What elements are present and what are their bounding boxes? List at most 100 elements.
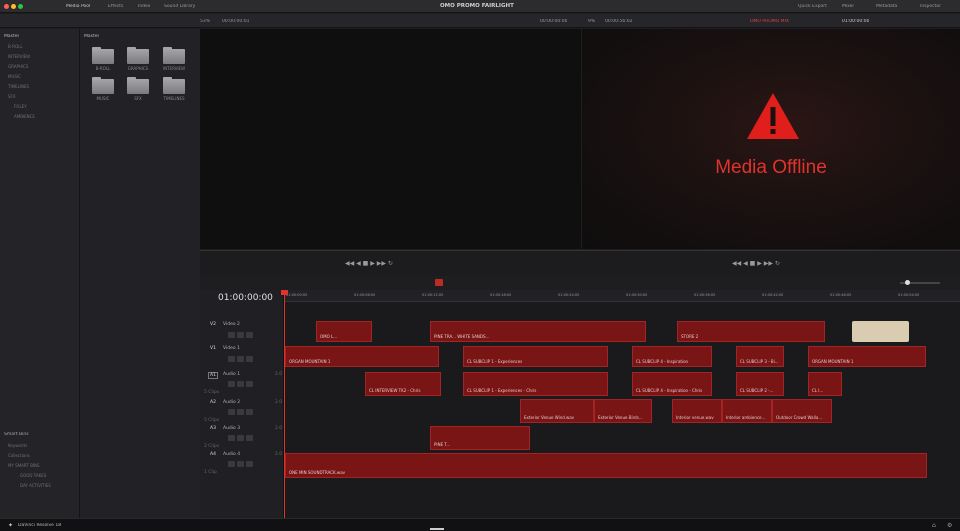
track-id: A2: [210, 400, 216, 405]
app-name: DaVinci Resolve 18: [18, 523, 62, 528]
quick-export-button[interactable]: Quick Export: [798, 4, 827, 9]
menu-sound-library[interactable]: Sound Library: [164, 4, 195, 9]
timeline-toolbar: [200, 276, 960, 290]
home-icon[interactable]: ⌂: [932, 522, 936, 529]
gear-icon[interactable]: ⚙: [947, 522, 952, 529]
timeline-clip[interactable]: ORGAN MOUNTAIN 1: [285, 346, 439, 367]
timeline-clip[interactable]: CL SUBCLIP 4 - Inspiration: [632, 346, 712, 367]
media-pool-header: Master: [84, 34, 100, 39]
ruler-tick-label: 01:00:42:00: [762, 293, 784, 297]
track-header-a2[interactable]: A2 Audio 2 2.0 5 Clips: [200, 398, 284, 424]
track-clip-count: 5 Clips: [204, 418, 220, 423]
audio-clip[interactable]: CL SUBCLIP 2 -...: [736, 372, 784, 396]
smart-bin-item[interactable]: Collections: [8, 453, 30, 458]
sidebar-header: Master: [4, 34, 20, 39]
timeline-timecode: 01:00:00:00: [218, 293, 273, 303]
audio-clip[interactable]: CL INTERVIEW TK2 - Chris: [365, 372, 441, 396]
mixer-button[interactable]: Mixer: [842, 4, 854, 9]
audio-clip[interactable]: Interior venue.wav: [672, 399, 722, 423]
track-header-v2[interactable]: V2 Video 2: [200, 322, 284, 344]
timeline-viewer[interactable]: Media Offline: [582, 29, 960, 249]
timeline-clip[interactable]: STORE 2: [677, 321, 825, 342]
audio-clip[interactable]: CL SUBCLIP 1 - Experiences - Chris: [463, 372, 608, 396]
track-channels: 2.0: [275, 426, 283, 431]
audio-clip[interactable]: CL I...: [808, 372, 842, 396]
track-header-a1[interactable]: A1 Audio 1 2.0 5 Clips: [200, 372, 284, 398]
status-bar: ✦ DaVinci Resolve 18 ⌂ ⚙: [0, 518, 960, 531]
zoom-window-button[interactable]: [18, 4, 23, 9]
sidebar-item[interactable]: SFX: [8, 94, 16, 99]
sidebar-item[interactable]: FOLEY: [14, 104, 27, 109]
folder-label: INTERVIEW: [162, 66, 186, 71]
record-timecode-right: 01:00:00:00: [842, 19, 870, 24]
audio-clip[interactable]: Exterior Venue Birds...: [594, 399, 652, 423]
sidebar-item[interactable]: INTERVIEW: [8, 54, 30, 59]
source-timecode: 00:00:00:01: [222, 19, 250, 24]
audio-clip[interactable]: PINE T...: [430, 426, 530, 450]
menu-media-pool[interactable]: Media Pool: [66, 4, 90, 9]
timeline-name-dropdown[interactable]: OMO PROMO MIX: [750, 19, 789, 24]
folder-icon[interactable]: [92, 77, 114, 94]
sidebar-item[interactable]: TIMELINES: [8, 84, 29, 89]
menu-effects[interactable]: Effects: [108, 4, 123, 9]
ruler-tick-label: 01:00:54:00: [898, 293, 920, 297]
track-header-a3[interactable]: A3 Audio 3 2.0 2 Clips: [200, 424, 284, 450]
smart-bin-item[interactable]: GOOD TAKES: [20, 473, 46, 478]
track-channels: 2.0: [275, 400, 283, 405]
audio-clip[interactable]: Interior ambience...: [722, 399, 772, 423]
volume-bar[interactable]: [890, 279, 930, 286]
folder-icon[interactable]: [127, 47, 149, 64]
record-zoom[interactable]: 9%: [588, 19, 595, 24]
track-clip-count: 5 Clips: [204, 390, 220, 395]
timeline-clip[interactable]: PINE TRA... WHITE SANDS...: [430, 321, 646, 342]
timeline-ruler[interactable]: 01:00:00:00 01:00:06:00 01:00:12:00 01:0…: [284, 290, 960, 302]
track-name: Video 1: [223, 346, 240, 351]
folder-icon[interactable]: [127, 77, 149, 94]
audio-clip[interactable]: Outdoor Crowd Walla...: [772, 399, 832, 423]
sidebar-item[interactable]: GRAPHICS: [8, 64, 28, 69]
viewer-toolbar: 53% 00:00:00:01 00:00:00:00 9% 00:00:56:…: [0, 14, 960, 28]
close-window-button[interactable]: [4, 4, 9, 9]
audio-clip[interactable]: CL SUBCLIP 4 - Inspiration - Chris: [632, 372, 712, 396]
folder-icon[interactable]: [163, 77, 185, 94]
track-header-a4[interactable]: A4 Audio 4 2.0 1 Clip: [200, 450, 284, 476]
playhead[interactable]: [284, 290, 285, 518]
folder-icon[interactable]: [163, 47, 185, 64]
sidebar-item[interactable]: AMBIENCE: [14, 114, 35, 119]
timeline-clip[interactable]: OMO L...: [316, 321, 372, 342]
audio-clip[interactable]: Exterior Venue Wind.wav: [520, 399, 594, 423]
folder-label: TIMELINES: [163, 96, 185, 101]
menu-index[interactable]: Index: [138, 4, 150, 9]
timeline-clip[interactable]: ORGAN MOUNTAIN 1: [808, 346, 926, 367]
sidebar-item[interactable]: MUSIC: [8, 74, 21, 79]
smart-bin-item[interactable]: DAY ACTIVITIES: [20, 483, 51, 488]
sidebar-item[interactable]: B-ROLL: [8, 44, 23, 49]
folder-label: SFX: [134, 96, 142, 101]
media-offline-text: Media Offline: [715, 157, 827, 178]
minimize-window-button[interactable]: [11, 4, 16, 9]
playhead-handle[interactable]: [281, 290, 288, 295]
folder-icon[interactable]: [92, 47, 114, 64]
smart-bin-item[interactable]: Keywords: [8, 443, 27, 448]
source-zoom[interactable]: 53%: [200, 19, 210, 24]
track-name: Audio 3: [223, 426, 241, 431]
inspector-button[interactable]: Inspector: [920, 4, 941, 9]
track-id: V1: [210, 346, 216, 351]
source-viewer[interactable]: [200, 29, 581, 249]
metadata-button[interactable]: Metadata: [876, 4, 897, 9]
source-transport-controls[interactable]: ◀◀ ◀ ■ ▶ ▶▶ ↻: [345, 260, 393, 267]
ruler-tick-label: 01:00:12:00: [422, 293, 444, 297]
selection-tool-button[interactable]: [435, 279, 443, 286]
audio-clip[interactable]: ONE MIN SOUNDTRACK.wav: [285, 453, 927, 478]
timeline-clip[interactable]: CL SUBCLIP 3 - Bi...: [736, 346, 784, 367]
track-header-v1[interactable]: V1 Video 1: [200, 346, 284, 368]
record-transport-controls[interactable]: ◀◀ ◀ ■ ▶ ▶▶ ↻: [732, 260, 780, 267]
ruler-tick-label: 01:00:30:00: [626, 293, 648, 297]
ruler-tick-label: 01:00:24:00: [558, 293, 580, 297]
graphic-clip[interactable]: [852, 321, 909, 342]
fairlight-page-tab[interactable]: [430, 520, 444, 530]
timeline-clip[interactable]: CL SUBCLIP 1 - Experiences: [463, 346, 608, 367]
record-duration: 00:00:56:02: [605, 19, 633, 24]
smart-bin-item[interactable]: MY SMART BINS: [8, 463, 40, 468]
track-channels: 2.0: [275, 452, 283, 457]
